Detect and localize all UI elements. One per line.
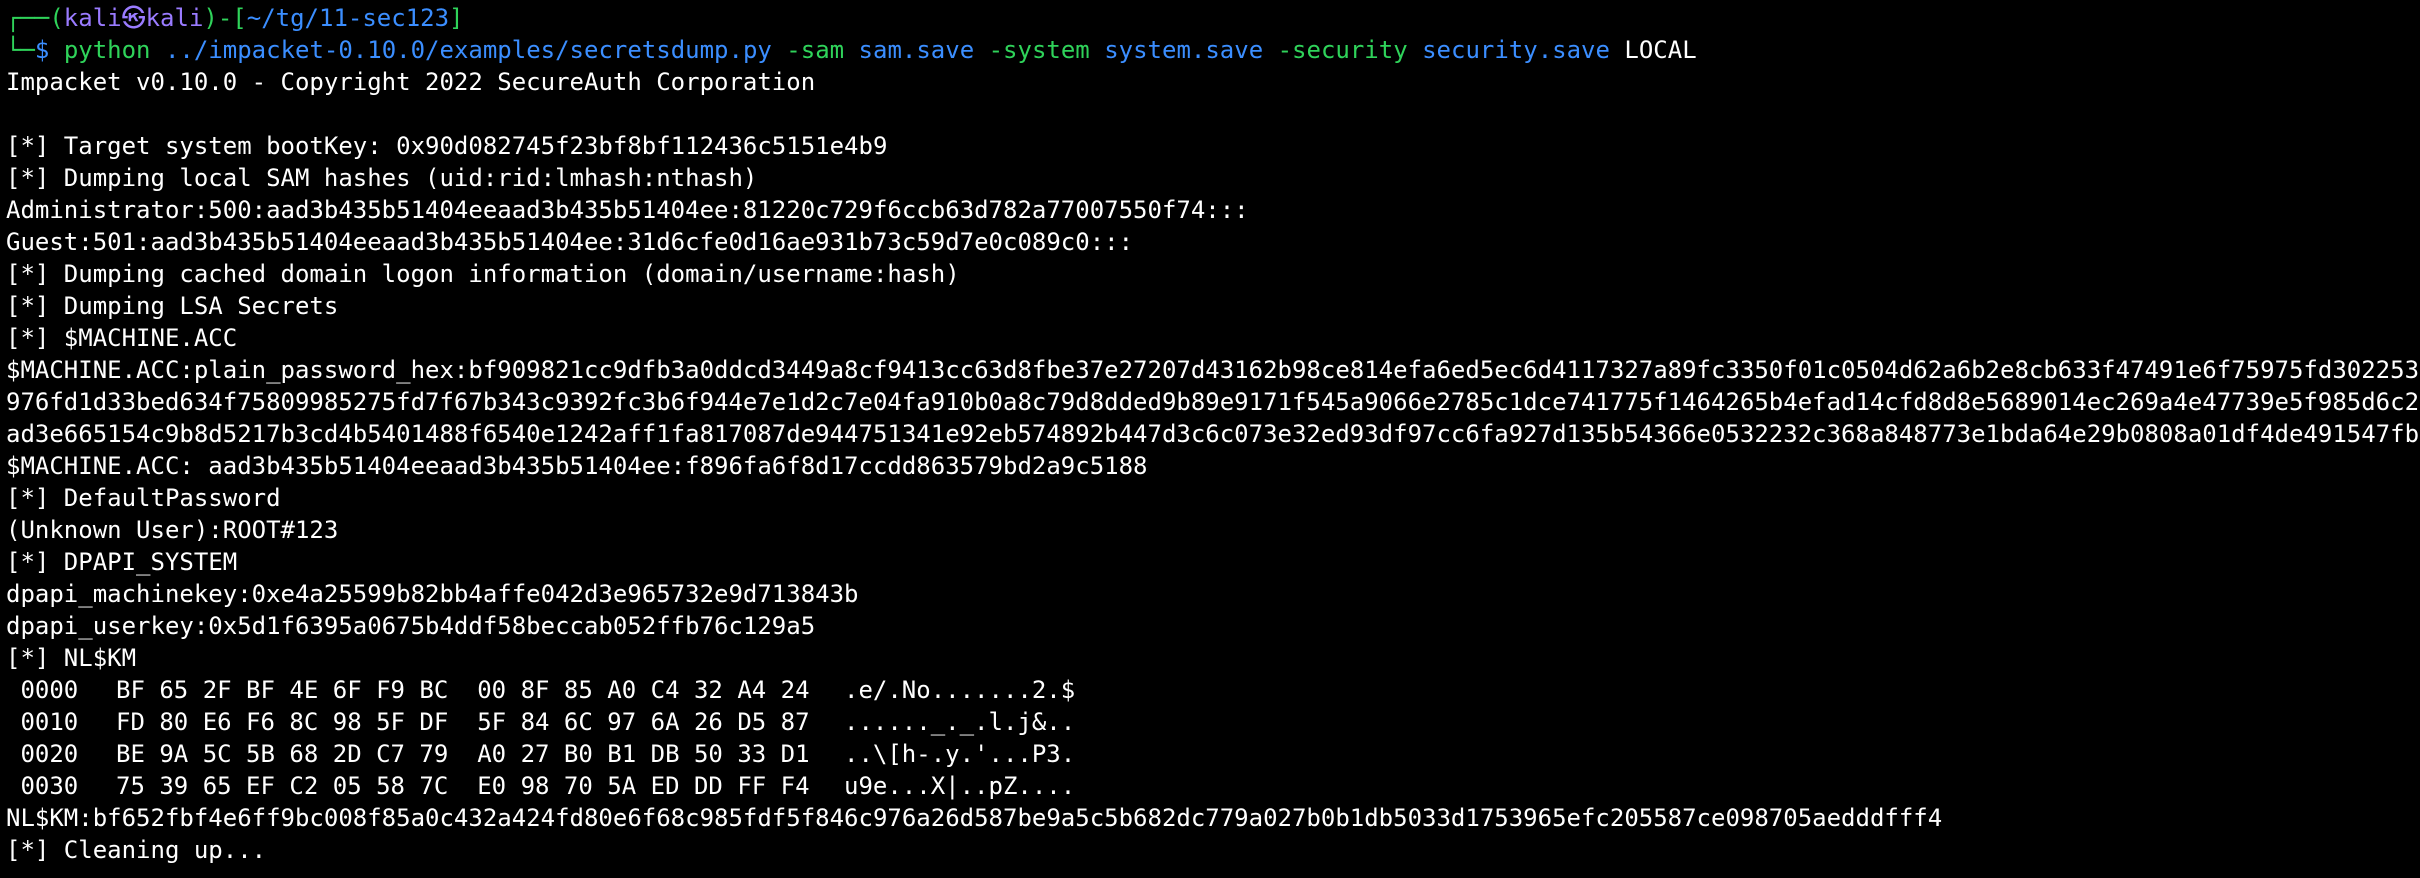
command-system-file: system.save	[1104, 36, 1264, 64]
output-line: [*] $MACHINE.ACC	[6, 324, 238, 352]
output-banner: Impacket v0.10.0 - Copyright 2022 Secure…	[6, 68, 816, 96]
output-line: [*] Target system bootKey: 0x90d082745f2…	[6, 132, 888, 160]
output-line: [*] Dumping local SAM hashes (uid:rid:lm…	[6, 164, 758, 192]
output-line: [*] DefaultPassword	[6, 484, 281, 512]
output-line: $MACHINE.ACC:plain_password_hex:bf909821…	[6, 356, 2420, 384]
hexdump-bytes: BF 65 2F BF 4E 6F F9 BC 00 8F 85 A0 C4 3…	[116, 676, 810, 704]
command-flag-security: -security	[1277, 36, 1408, 64]
command-flag-system: -system	[988, 36, 1090, 64]
output-line: [*] Dumping cached domain logon informat…	[6, 260, 960, 288]
output-block: [*] Target system bootKey: 0x90d082745f2…	[6, 130, 2420, 674]
hexdump-offset: 0000	[6, 676, 79, 704]
prompt-corner-bottom: └─	[6, 36, 35, 64]
hexdump-block: 0000 BF 65 2F BF 4E 6F F9 BC 00 8F 85 A0 …	[6, 674, 2420, 802]
output-cleanup: [*] Cleaning up...	[6, 836, 267, 864]
hexdump-bytes: 75 39 65 EF C2 05 58 7C E0 98 70 5A ED D…	[116, 772, 810, 800]
output-line: [*] NL$KM	[6, 644, 137, 672]
output-line: [*] DPAPI_SYSTEM	[6, 548, 238, 576]
command-sam-file: sam.save	[858, 36, 975, 64]
hexdump-ascii: ......_._.l.j&..	[844, 708, 1076, 736]
prompt-user: kali	[63, 4, 122, 32]
prompt-separator: )-[	[203, 4, 247, 32]
hexdump-row: 0000 BF 65 2F BF 4E 6F F9 BC 00 8F 85 A0 …	[6, 674, 2420, 706]
output-line: [*] Dumping LSA Secrets	[6, 292, 339, 320]
prompt-host: kali	[145, 4, 204, 32]
output-line: Administrator:500:aad3b435b51404eeaad3b4…	[6, 196, 1249, 224]
output-line: $MACHINE.ACC: aad3b435b51404eeaad3b435b5…	[6, 452, 1148, 480]
prompt-close: ]	[449, 4, 464, 32]
hexdump-offset: 0020	[6, 740, 79, 768]
hexdump-offset: 0010	[6, 708, 79, 736]
command-target: LOCAL	[1624, 36, 1697, 64]
hexdump-row: 0030 75 39 65 EF C2 05 58 7C E0 98 70 5A …	[6, 770, 2420, 802]
hexdump-bytes: BE 9A 5C 5B 68 2D C7 79 A0 27 B0 B1 DB 5…	[116, 740, 810, 768]
output-line: dpapi_machinekey:0xe4a25599b82bb4affe042…	[6, 580, 859, 608]
output-line: Guest:501:aad3b435b51404eeaad3b435b51404…	[6, 228, 1134, 256]
command-flag-sam: -sam	[786, 36, 845, 64]
command-script: ../impacket-0.10.0/examples/secretsdump.…	[164, 36, 772, 64]
output-line: dpapi_userkey:0x5d1f6395a0675b4ddf58becc…	[6, 612, 816, 640]
command-security-file: security.save	[1422, 36, 1610, 64]
prompt-line-top: ┌──(kali㉿kali)-[~/tg/11-sec123]	[6, 2, 2420, 34]
prompt-at-icon: ㉿	[121, 4, 146, 32]
hexdump-row: 0020 BE 9A 5C 5B 68 2D C7 79 A0 27 B0 B1 …	[6, 738, 2420, 770]
output-line: 976fd1d33bed634f75809985275fd7f67b343c93…	[6, 388, 2420, 416]
output-line: ad3e665154c9b8d5217b3cd4b5401488f6540e12…	[6, 420, 2420, 448]
command-line[interactable]: └─$ python ../impacket-0.10.0/examples/s…	[6, 34, 2420, 66]
hexdump-offset: 0030	[6, 772, 79, 800]
prompt-dollar: $	[34, 36, 50, 64]
output-blank-line	[6, 98, 2420, 130]
terminal-window[interactable]: ┌──(kali㉿kali)-[~/tg/11-sec123] └─$ pyth…	[0, 0, 2420, 878]
prompt-corner-top: ┌──(	[6, 4, 64, 32]
command-program: python	[63, 36, 151, 64]
output-nlkm: NL$KM:bf652fbf4e6ff9bc008f85a0c432a424fd…	[6, 804, 1943, 832]
hexdump-bytes: FD 80 E6 F6 8C 98 5F DF 5F 84 6C 97 6A 2…	[116, 708, 810, 736]
hexdump-ascii: .e/.No.......2.$	[844, 676, 1076, 704]
hexdump-row: 0010 FD 80 E6 F6 8C 98 5F DF 5F 84 6C 97 …	[6, 706, 2420, 738]
hexdump-ascii: ..\[h-.y.'...P3.	[844, 740, 1076, 768]
hexdump-ascii: u9e...X|..pZ....	[844, 772, 1076, 800]
output-line: (Unknown User):ROOT#123	[6, 516, 339, 544]
prompt-path: ~/tg/11-sec123	[246, 4, 450, 32]
